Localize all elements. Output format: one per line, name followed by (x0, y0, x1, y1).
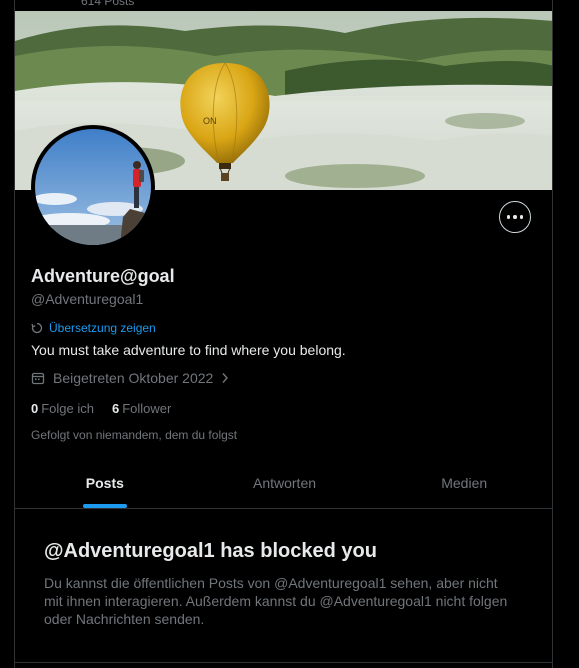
avatar[interactable] (31, 125, 155, 249)
chevron-right-icon (222, 373, 229, 383)
joined-date[interactable]: Beigetreten Oktober 2022 (31, 370, 229, 386)
translate-label: Übersetzung zeigen (49, 321, 156, 335)
calendar-icon (31, 372, 45, 385)
follow-stats: 0 Folge ich 6 Follower (31, 401, 171, 416)
profile-column: 614 Posts ON Adventure@goal @Adventurego… (14, 0, 553, 668)
more-horizontal-icon (506, 215, 511, 219)
divider (15, 662, 552, 663)
following-label: Folge ich (41, 401, 94, 416)
profile-display-name: Adventure@goal (31, 266, 175, 286)
tab-label: Antworten (252, 475, 317, 491)
active-tab-indicator (82, 504, 127, 508)
more-options-button[interactable] (499, 201, 531, 233)
following-link[interactable]: 0 Folge ich (31, 401, 94, 416)
followers-link[interactable]: 6 Follower (112, 401, 171, 416)
profile-bio: You must take adventure to find where yo… (31, 342, 346, 358)
tab-media[interactable]: Medien (374, 458, 552, 508)
tab-replies[interactable]: Antworten (195, 458, 375, 508)
banner-balloon-text: ON (203, 116, 217, 126)
posts-count: 614 Posts (81, 0, 135, 8)
tab-label: Posts (85, 475, 124, 491)
translate-icon (31, 322, 43, 334)
tab-posts[interactable]: Posts (15, 458, 195, 508)
translate-bio-link[interactable]: Übersetzung zeigen (31, 321, 156, 335)
joined-label: Beigetreten Oktober 2022 (53, 370, 214, 386)
following-count: 0 (31, 401, 39, 416)
profile-tabs: Posts Antworten Medien (15, 458, 552, 509)
followers-count: 6 (111, 401, 120, 416)
blocked-title: @Adventuregoal1 has blocked you (44, 540, 377, 562)
tab-label: Medien (441, 475, 488, 491)
followed-by-text: Gefolgt von niemandem, dem du folgst (31, 428, 238, 442)
profile-handle: @Adventuregoal1 (31, 291, 144, 307)
followers-label: Follower (122, 401, 172, 416)
blocked-message: Du kannst die öffentlichen Posts von @Ad… (44, 575, 508, 627)
